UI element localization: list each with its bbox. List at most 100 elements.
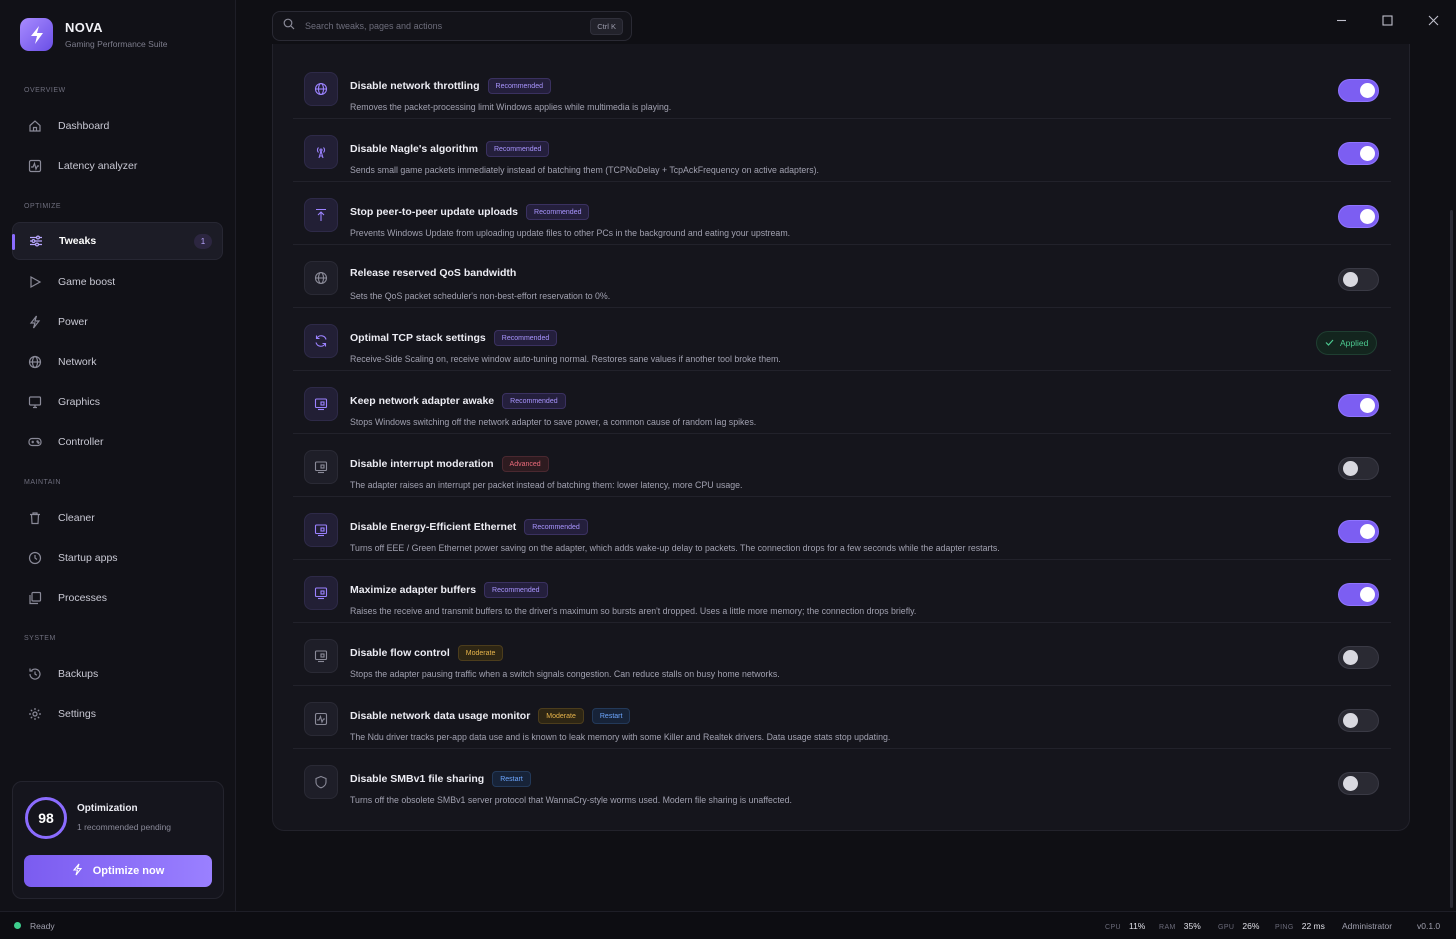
sliders-icon [29,234,43,248]
tweak-title: Release reserved QoS bandwidth [350,267,517,279]
tweak-title-wrap: Release reserved QoS bandwidth [350,267,516,279]
cpu-label: CPU [1105,924,1121,931]
minimize-button[interactable] [1330,11,1352,33]
tweak-toggle[interactable] [1338,394,1379,417]
tweak-row: Stop peer-to-peer update uploads Recommen… [293,182,1391,245]
tweak-toggle[interactable] [1338,142,1379,165]
adapter-icon [304,639,338,673]
sidebar-item-controller[interactable]: Controller [12,423,223,461]
tweak-toggle[interactable] [1338,457,1379,480]
sidebar-item-backups[interactable]: Backups [12,655,223,693]
ping-label: PING [1275,924,1294,931]
tweak-tag: Advanced [501,456,549,472]
tweak-row: Disable Nagle's algorithm Recommended Sen… [293,119,1391,182]
search-shortcut-hint: Ctrl K [590,18,623,35]
globe-icon [28,355,42,369]
status-indicator [14,922,21,929]
scrollbar-thumb[interactable] [1450,210,1453,908]
sidebar-item-graphics[interactable]: Graphics [12,383,223,421]
search-box[interactable]: Ctrl K [272,11,632,41]
tweak-title-wrap: Disable Energy-Efficient Ethernet Recomme… [350,519,588,535]
sidebar-item-power[interactable]: Power [12,303,223,341]
sidebar-item-processes[interactable]: Processes [12,579,223,617]
tweak-title-wrap: Disable Nagle's algorithm Recommended [350,141,550,157]
tweak-title-wrap: Disable flow control Moderate [350,645,504,661]
tweak-row: Disable Energy-Efficient Ethernet Recomme… [293,497,1391,560]
sidebar-item-label: Network [58,356,97,368]
sidebar-item-latency-analyzer[interactable]: Latency analyzer [12,147,223,185]
minimize-icon [1336,13,1347,31]
sidebar-item-label: Settings [58,708,96,720]
tweak-title: Disable Nagle's algorithm [350,143,478,155]
tweak-toggle[interactable] [1338,583,1379,606]
tweak-toggle[interactable] [1338,772,1379,795]
ram-label: RAM [1159,924,1176,931]
adapter-icon [304,576,338,610]
tweak-toggle[interactable] [1338,520,1379,543]
sidebar-item-startup-apps[interactable]: Startup apps [12,539,223,577]
sidebar-item-network[interactable]: Network [12,343,223,381]
tweak-description: Removes the packet-processing limit Wind… [350,102,672,112]
check-icon [1325,338,1334,349]
tweak-tag: Recommended [484,582,548,598]
bolt-icon [72,863,83,879]
sidebar-item-label: Cleaner [58,512,95,524]
tweak-title-wrap: Disable interrupt moderation Advanced [350,456,549,472]
tweaks-panel: Disable network throttling Recommended Re… [272,44,1410,831]
sidebar: NOVA Gaming Performance Suite OVERVIEW D… [0,0,236,911]
maximize-button[interactable] [1376,11,1398,33]
sidebar-item-tweaks[interactable]: Tweaks 1 [12,222,223,260]
sidebar-item-label: Graphics [58,396,101,408]
optimize-now-button[interactable]: Optimize now [24,855,212,887]
toggle-knob [1360,209,1375,224]
tweak-tag: Restart [492,771,531,787]
tweak-toggle[interactable] [1338,205,1379,228]
sidebar-item-cleaner[interactable]: Cleaner [12,499,223,537]
sidebar-item-settings[interactable]: Settings [12,695,223,733]
tweak-row: Disable flow control Moderate Stops the a… [293,623,1391,686]
bolt-logo-icon [20,18,53,51]
section-optimize: OPTIMIZE [24,203,62,210]
status-text: Ready [30,921,55,931]
tweaks-count-badge: 1 [194,234,212,249]
tweak-description: Sends small game packets immediately ins… [350,165,819,175]
tweak-title: Stop peer-to-peer update uploads [350,206,519,218]
tweak-row: Maximize adapter buffers Recommended Rais… [293,560,1391,623]
tweak-toggle[interactable] [1338,268,1379,291]
adapter-icon [304,513,338,547]
history-icon [28,667,42,681]
tweak-title: Optimal TCP stack settings [350,332,486,344]
search-icon [283,17,295,35]
sidebar-item-label: Game boost [58,276,116,288]
tweak-toggle[interactable] [1338,79,1379,102]
tweak-toggle[interactable] [1338,646,1379,669]
sidebar-item-dashboard[interactable]: Dashboard [12,107,223,145]
sidebar-item-game-boost[interactable]: Game boost [12,263,223,301]
tweak-title-wrap: Disable network data usage monitor Modera… [350,708,631,724]
tweak-tag: Moderate [538,708,584,724]
search-input[interactable] [305,21,585,31]
sidebar-item-label: Processes [58,592,108,604]
tweak-toggle[interactable] [1338,709,1379,732]
status-bar: Ready CPU 11% RAM 35% GPU 26% PING 22 ms… [0,911,1456,939]
version: v0.1.0 [1417,921,1440,931]
adapter-icon [304,387,338,421]
globe-icon [304,261,338,295]
tweak-row: Disable network throttling Recommended Re… [293,56,1391,119]
tweak-title: Maximize adapter buffers [350,584,477,596]
toggle-knob [1360,146,1375,161]
sidebar-item-label: Latency analyzer [58,160,138,172]
tweak-tag: Recommended [524,519,588,535]
close-icon [1428,13,1439,31]
tweak-title-wrap: Disable network throttling Recommended [350,78,551,94]
brand: NOVA Gaming Performance Suite [20,18,168,51]
close-button[interactable] [1422,11,1444,33]
tweak-tag: Restart [591,708,631,724]
shield-icon [304,765,338,799]
optimization-subtitle: 1 recommended pending [77,822,172,832]
tweak-tag: Recommended [526,204,590,220]
home-icon [28,119,42,133]
app-subtitle: Gaming Performance Suite [65,39,168,49]
toggle-knob [1343,776,1358,791]
user-role: Administrator [1342,921,1392,931]
